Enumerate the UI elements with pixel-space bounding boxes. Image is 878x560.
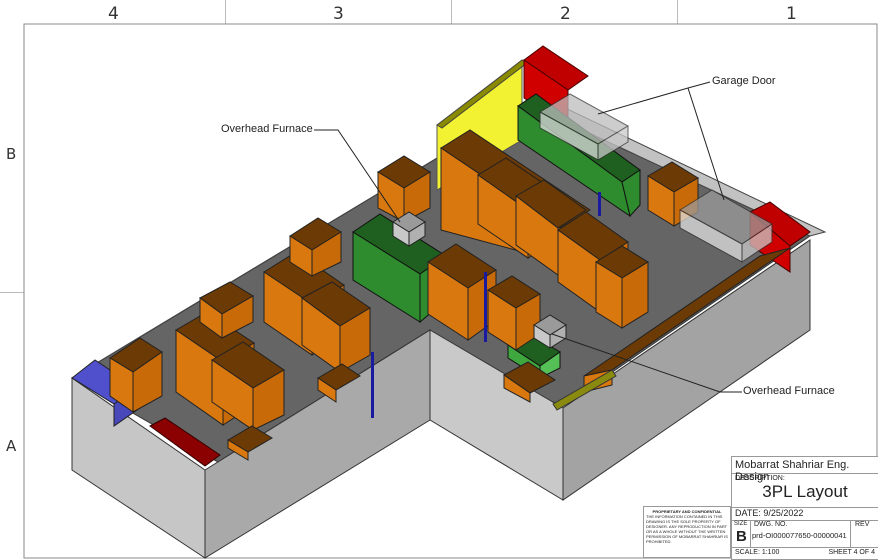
sheet-text: SHEET 4 OF 4 [828, 549, 875, 556]
size-label: SIZE [734, 521, 748, 527]
callout-overhead-furnace-top: Overhead Furnace [221, 123, 313, 135]
proprietary-body: THE INFORMATION CONTAINED IN THIS DRAWIN… [646, 514, 728, 544]
title-date-row: DATE: 9/25/2022 [732, 507, 878, 521]
title-block: Mobarrat Shahriar Eng. Design DESCRIPTIO… [731, 456, 878, 560]
blue-pole [598, 192, 601, 216]
proprietary-notice: PROPRIETARY AND CONFIDENTIAL THE INFORMA… [643, 506, 731, 558]
title-description-row: DESCRIPTION: 3PL Layout [732, 473, 878, 508]
dwg-label: DWG. NO. [754, 521, 788, 528]
drawing-title: 3PL Layout [762, 482, 848, 501]
blue-pole [484, 272, 487, 342]
blue-pole [371, 352, 374, 418]
rev-label: REV [855, 521, 870, 528]
title-company-row: Mobarrat Shahriar Eng. Design [732, 457, 878, 483]
title-dwg-row: SIZE B DWG. NO. prd-OI000077650-00000041… [732, 520, 878, 548]
scale-text: SCALE: 1:100 [735, 549, 780, 556]
dwg-number: prd-OI000077650-00000041 [752, 531, 847, 540]
size-value: B [736, 528, 747, 545]
rev-cell: REV [850, 520, 878, 547]
description-label: DESCRIPTION: [735, 475, 785, 482]
size-cell: SIZE B [732, 520, 751, 547]
callout-overhead-furnace-bottom: Overhead Furnace [743, 385, 835, 397]
drawing-date: DATE: 9/25/2022 [735, 508, 804, 518]
leader-garage-1 [597, 81, 711, 115]
callout-garage-door: Garage Door [712, 75, 776, 87]
